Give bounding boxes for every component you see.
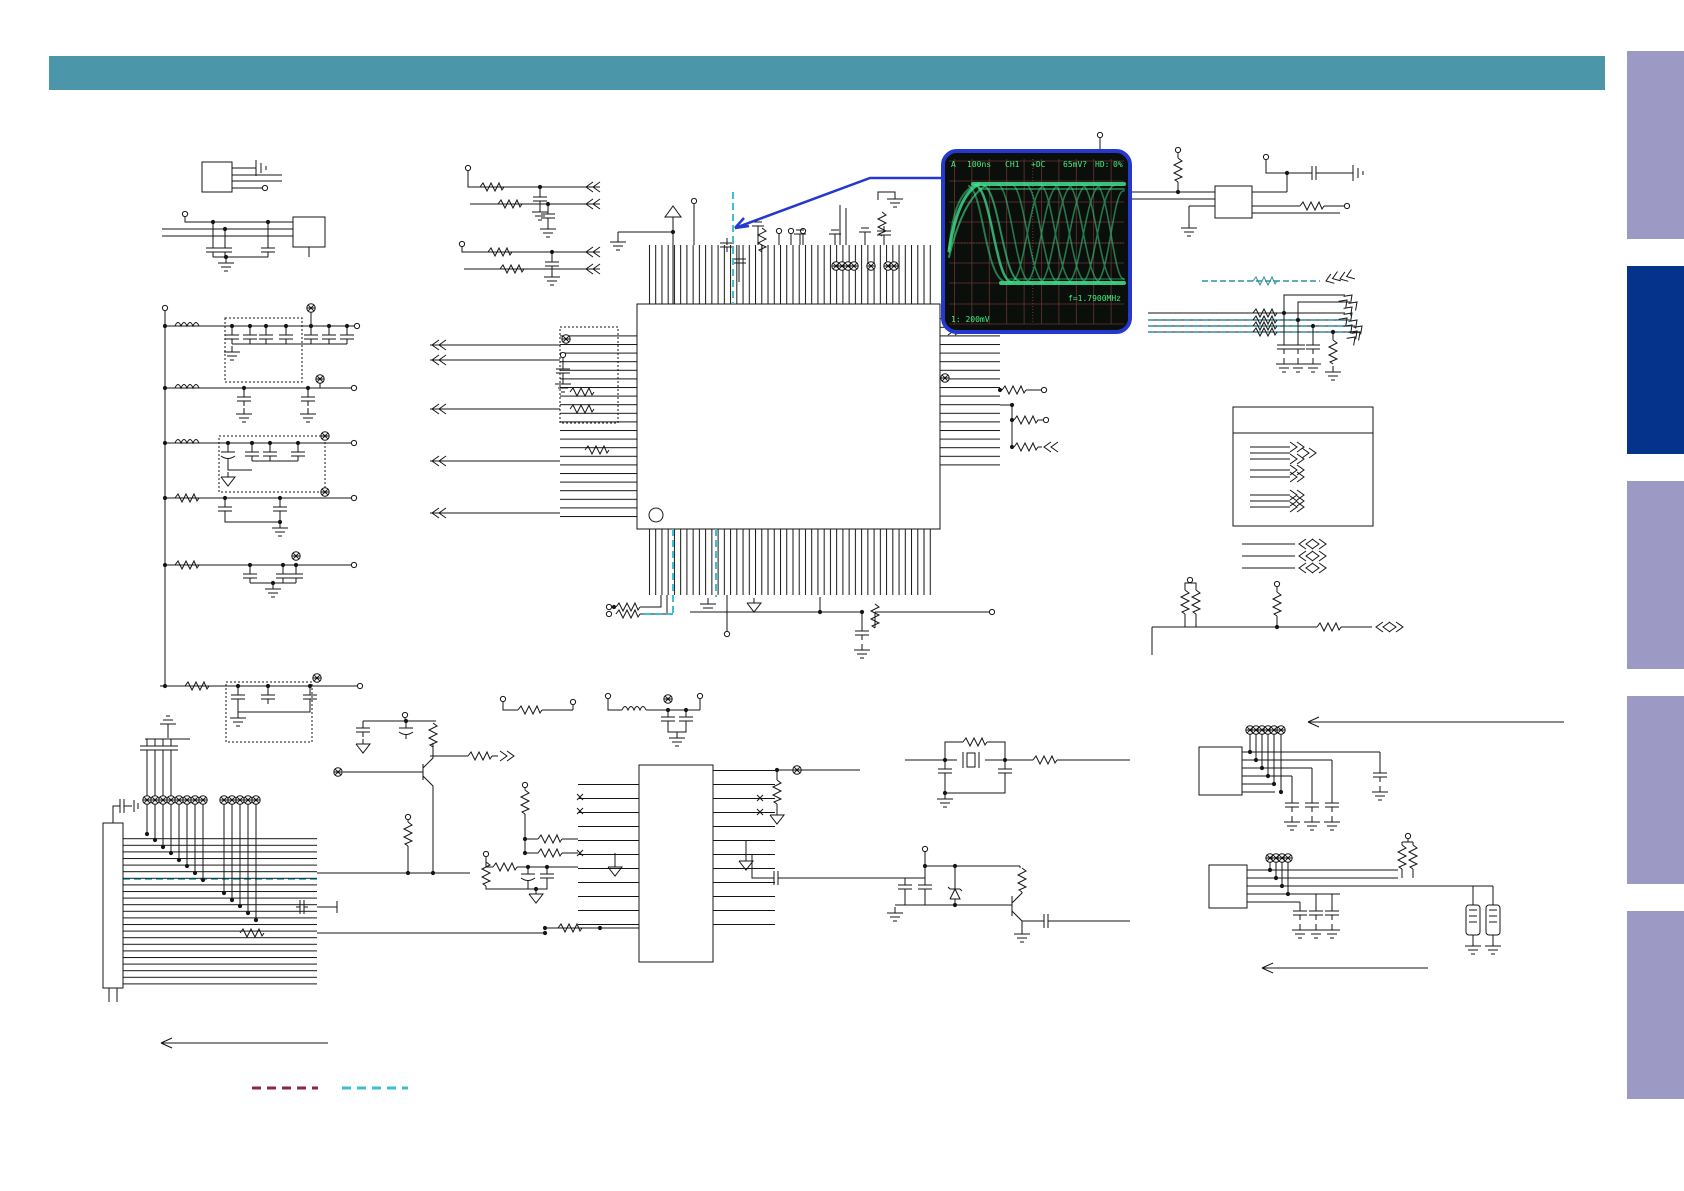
regulator-block-a	[202, 160, 282, 192]
scope-hd-label: HD:	[1095, 160, 1109, 169]
secondary-ic	[430, 692, 905, 962]
crystal-oscillator	[905, 737, 1130, 808]
scope-vertical-scale: 1: 200mV	[951, 315, 990, 324]
regulator-block-b	[162, 210, 325, 272]
clock-driver-circuit	[886, 845, 1130, 943]
scope-timebase: 100ns	[967, 160, 991, 169]
pullup-resistor-row	[1152, 576, 1404, 655]
page: A 100ns CH1 +DC 65mV? HD: 0% f=1.7900MHz…	[0, 0, 1684, 1191]
main-ic	[560, 245, 1000, 595]
rc-termination-networks	[458, 164, 601, 286]
memory-ic-lower	[1209, 832, 1502, 974]
scope-volts: 65mV?	[1063, 160, 1087, 169]
scope-marker: A	[951, 160, 956, 169]
scope-callout-line	[735, 178, 943, 228]
edge-connector	[103, 715, 548, 1049]
interface-block	[1096, 131, 1363, 237]
scope-hd-value: 0%	[1113, 160, 1123, 169]
filter-rail	[160, 673, 364, 742]
schematic-canvas	[0, 131, 1684, 1191]
bias-transistor-circuit	[333, 711, 438, 876]
scope-frequency: f=1.7900MHz	[1068, 294, 1121, 303]
oscilloscope-photo: A 100ns CH1 +DC 65mV? HD: 0% f=1.7900MHz…	[941, 149, 1132, 334]
main-ic-bottom-components	[605, 595, 996, 659]
scope-channel: CH1	[1005, 160, 1020, 169]
scope-coupling: +DC	[1031, 160, 1046, 169]
power-rail-column	[161, 303, 361, 686]
io-connector-box	[1233, 407, 1373, 574]
differential-bus-group	[1148, 269, 1367, 381]
memory-ic-upper	[1199, 716, 1564, 831]
